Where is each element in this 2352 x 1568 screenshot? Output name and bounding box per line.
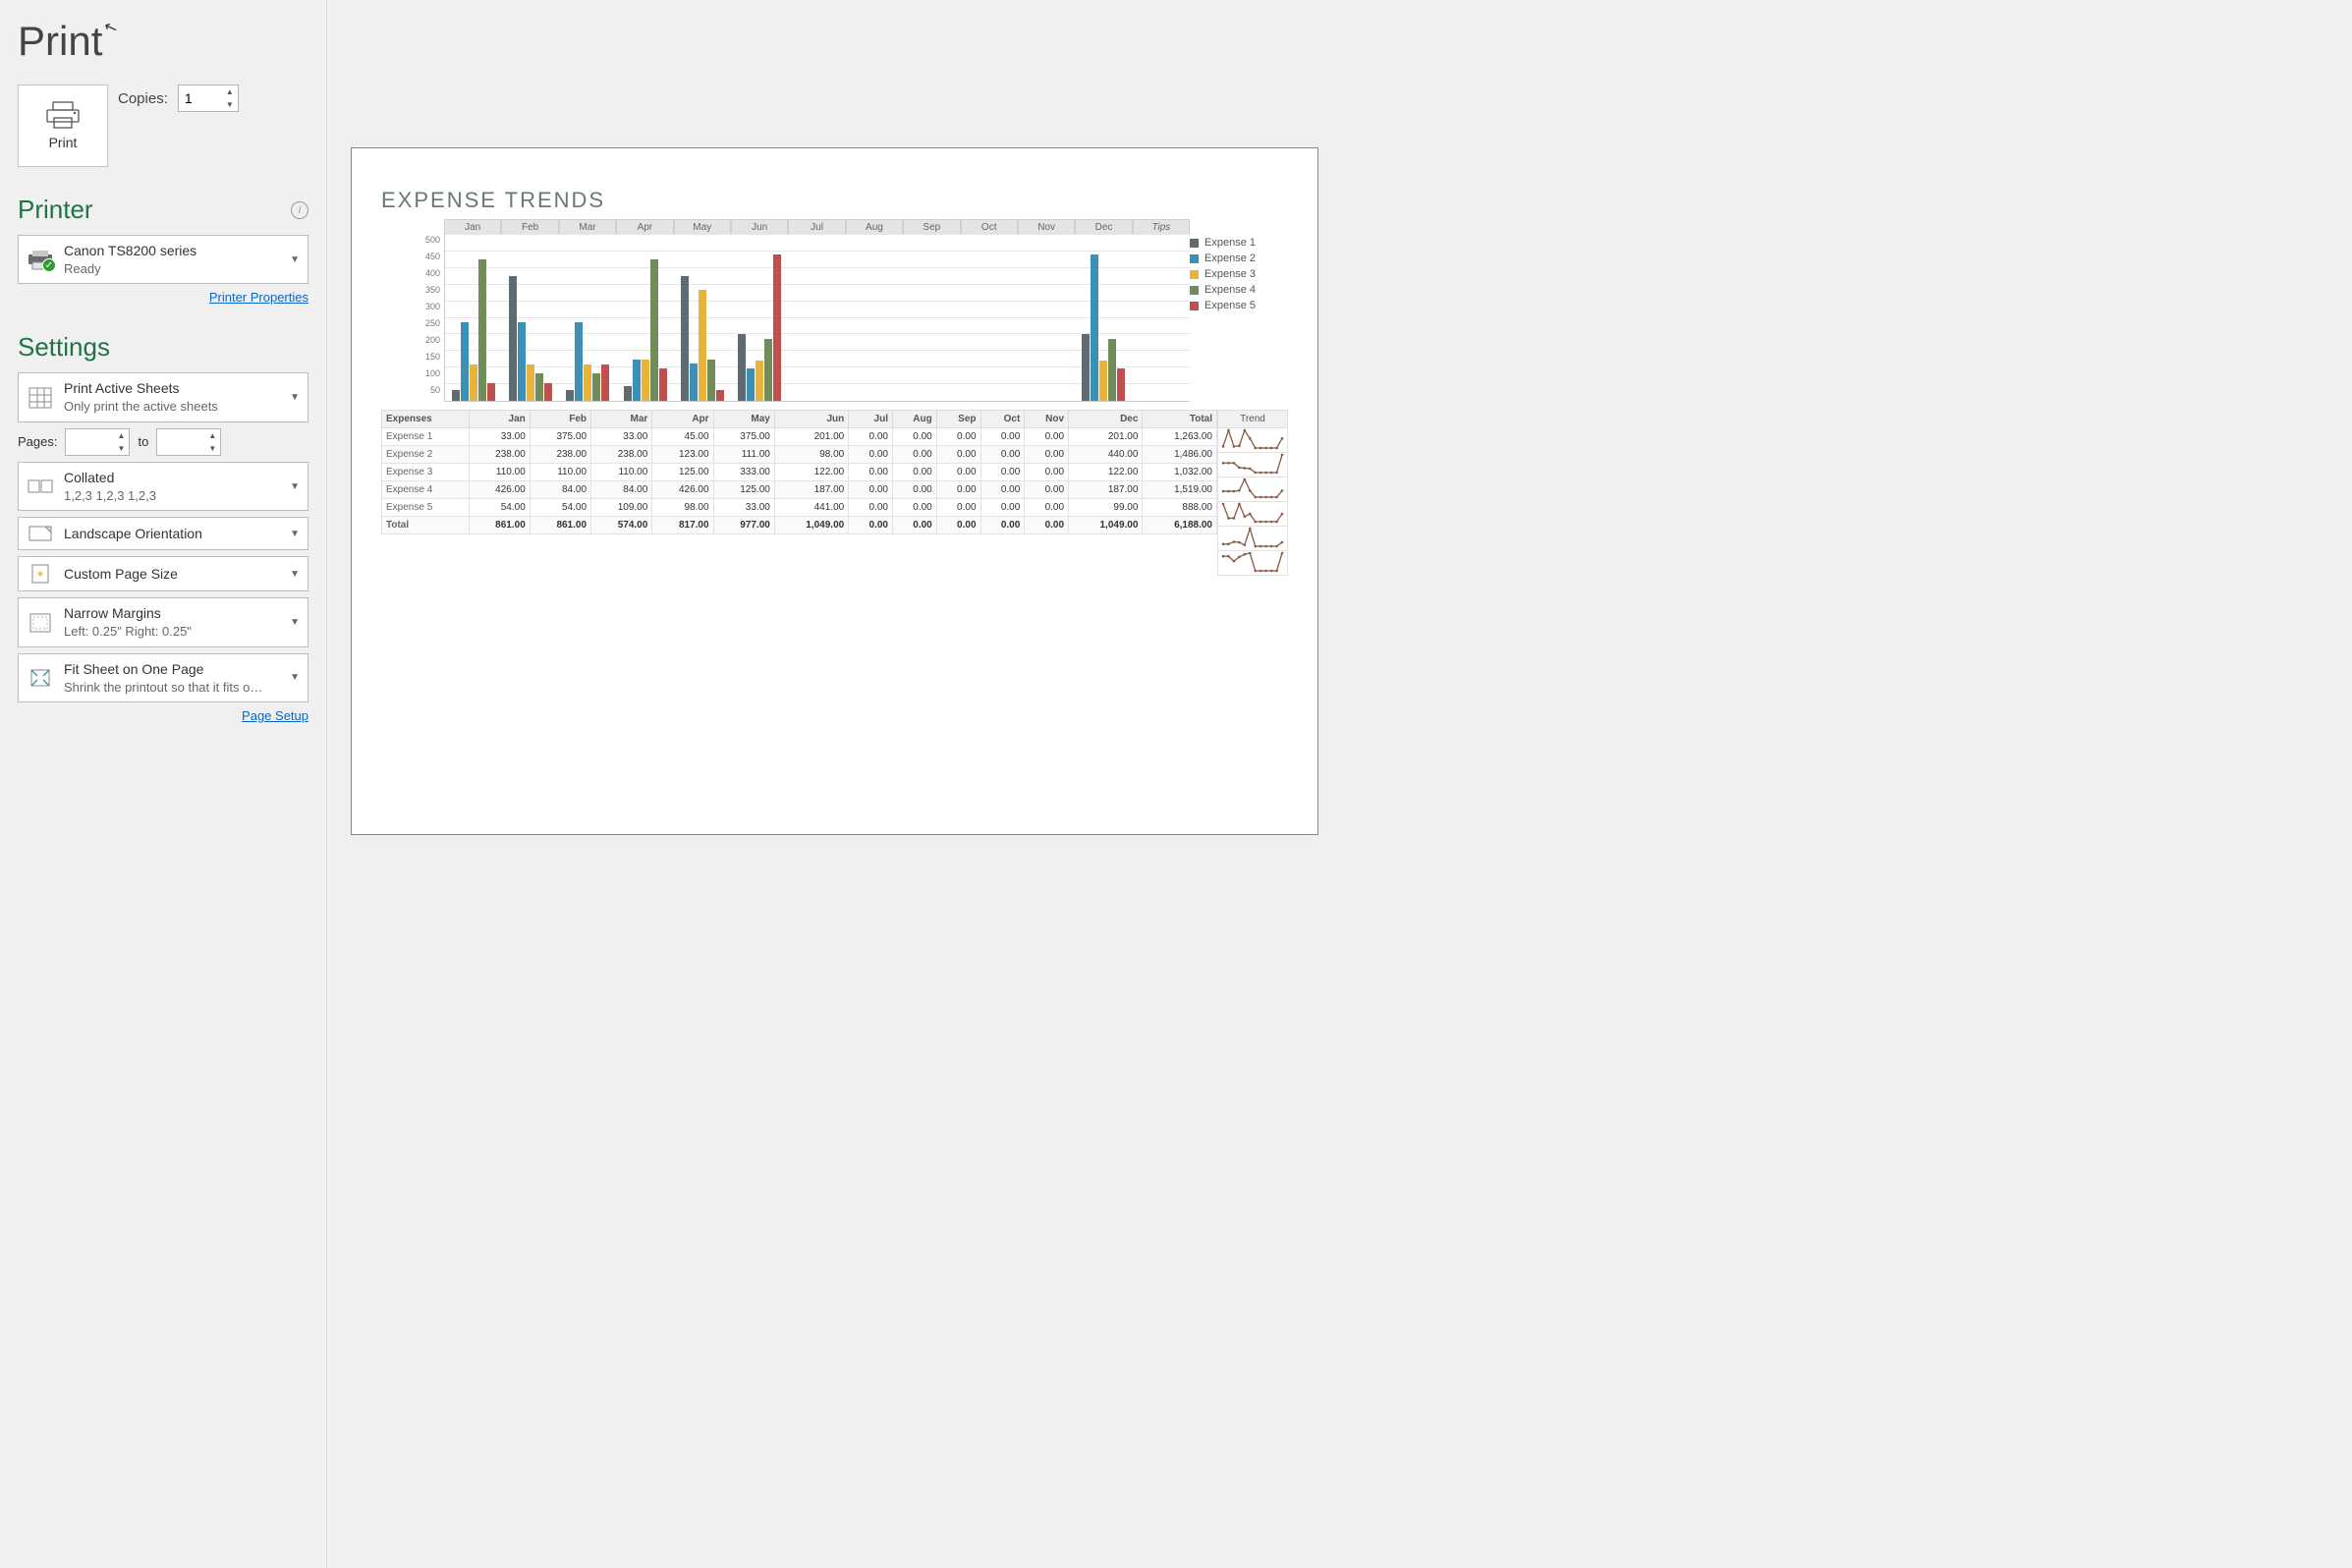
chevron-down-icon: ▼ bbox=[290, 481, 300, 492]
copies-up[interactable]: ▲ bbox=[222, 85, 238, 98]
copies-stepper[interactable]: ▲ ▼ bbox=[178, 84, 239, 112]
table-row: Expense 3110.00110.00110.00125.00333.001… bbox=[382, 464, 1217, 481]
chevron-down-icon: ▼ bbox=[290, 254, 300, 265]
margins-icon bbox=[27, 612, 54, 634]
chart-grid bbox=[444, 235, 1190, 402]
print-panel: ↖ Print Print Copies: ▲ ▼ Printer i bbox=[0, 0, 327, 1568]
settings-section-header: Settings bbox=[18, 332, 308, 363]
printer-selector[interactable]: ✓ Canon TS8200 series Ready ▼ bbox=[18, 235, 308, 284]
printer-status: Ready bbox=[64, 260, 280, 278]
chevron-down-icon: ▼ bbox=[290, 569, 300, 580]
pages-label: Pages: bbox=[18, 434, 57, 449]
scaling-selector[interactable]: Fit Sheet on One Page Shrink the printou… bbox=[18, 653, 308, 702]
pages-from-input[interactable] bbox=[66, 429, 113, 455]
print-button[interactable]: Print bbox=[18, 84, 108, 167]
chevron-down-icon: ▼ bbox=[290, 672, 300, 683]
landscape-icon bbox=[27, 524, 54, 543]
sparkline bbox=[1217, 527, 1288, 551]
printer-icon bbox=[45, 101, 81, 129]
copies-input[interactable] bbox=[179, 85, 222, 111]
collation-selector[interactable]: Collated 1,2,3 1,2,3 1,2,3 ▼ bbox=[18, 462, 308, 511]
chart-month-headers: JanFebMarAprMayJunJulAugSepOctNovDecTips bbox=[444, 219, 1190, 235]
pages-to-input[interactable] bbox=[157, 429, 204, 455]
page-setup-link[interactable]: Page Setup bbox=[242, 708, 308, 723]
table-header-row: ExpensesJanFebMarAprMayJunJulAugSepOctNo… bbox=[382, 411, 1217, 428]
pages-from-stepper[interactable]: ▲▼ bbox=[65, 428, 130, 456]
expense-table: ExpensesJanFebMarAprMayJunJulAugSepOctNo… bbox=[381, 410, 1288, 576]
pages-from-up[interactable]: ▲ bbox=[113, 429, 129, 442]
svg-text:✶: ✶ bbox=[35, 569, 44, 581]
table-row: Expense 2238.00238.00238.00123.00111.009… bbox=[382, 446, 1217, 464]
collation-title: Collated bbox=[64, 469, 280, 487]
pages-from-down[interactable]: ▼ bbox=[113, 442, 129, 455]
pages-to-up[interactable]: ▲ bbox=[204, 429, 220, 442]
print-preview-area: EXPENSE TRENDS JanFebMarAprMayJunJulAugS… bbox=[327, 0, 2352, 1568]
chevron-down-icon: ▼ bbox=[290, 529, 300, 539]
collation-sub: 1,2,3 1,2,3 1,2,3 bbox=[64, 487, 280, 505]
chart-legend: Expense 1Expense 2Expense 3Expense 4Expe… bbox=[1190, 219, 1288, 402]
margins-selector[interactable]: Narrow Margins Left: 0.25" Right: 0.25" … bbox=[18, 597, 308, 646]
chevron-down-icon: ▼ bbox=[290, 392, 300, 403]
table-row: Expense 554.0054.00109.0098.0033.00441.0… bbox=[382, 499, 1217, 517]
preview-title: EXPENSE TRENDS bbox=[381, 188, 1288, 213]
printer-section-header: Printer i bbox=[18, 195, 308, 225]
table-body: Expense 133.00375.0033.0045.00375.00201.… bbox=[382, 428, 1217, 534]
sparkline bbox=[1217, 551, 1288, 576]
view-title: Print bbox=[18, 18, 308, 65]
chart-yaxis: 50045040035030025020015010050 bbox=[381, 235, 444, 402]
print-what-title: Print Active Sheets bbox=[64, 379, 280, 398]
table-row: Expense 133.00375.0033.0045.00375.00201.… bbox=[382, 428, 1217, 446]
print-what-sub: Only print the active sheets bbox=[64, 398, 280, 416]
sparkline bbox=[1217, 477, 1288, 502]
scaling-sub: Shrink the printout so that it fits o… bbox=[64, 679, 280, 697]
print-button-label: Print bbox=[49, 135, 78, 150]
page-size-selector[interactable]: ✶ Custom Page Size ▼ bbox=[18, 556, 308, 591]
margins-sub: Left: 0.25" Right: 0.25" bbox=[64, 623, 280, 641]
pages-to-down[interactable]: ▼ bbox=[204, 442, 220, 455]
table-total-row: Total861.00861.00574.00817.00977.001,049… bbox=[382, 517, 1217, 534]
printer-properties-link[interactable]: Printer Properties bbox=[209, 290, 308, 305]
orientation-title: Landscape Orientation bbox=[64, 525, 280, 543]
pages-to-stepper[interactable]: ▲▼ bbox=[156, 428, 221, 456]
orientation-selector[interactable]: Landscape Orientation ▼ bbox=[18, 517, 308, 550]
expense-chart: JanFebMarAprMayJunJulAugSepOctNovDecTips… bbox=[381, 219, 1190, 402]
info-icon[interactable]: i bbox=[291, 201, 308, 219]
sparkline bbox=[1217, 502, 1288, 527]
copies-label: Copies: bbox=[118, 90, 168, 107]
sparkline bbox=[1217, 453, 1288, 477]
collated-icon bbox=[27, 477, 54, 495]
pages-to-label: to bbox=[138, 434, 148, 449]
scaling-title: Fit Sheet on One Page bbox=[64, 660, 280, 679]
sheets-icon bbox=[27, 387, 54, 409]
settings-header-text: Settings bbox=[18, 332, 110, 363]
page-size-title: Custom Page Size bbox=[64, 565, 280, 584]
printer-device-icon: ✓ bbox=[27, 249, 54, 270]
chevron-down-icon: ▼ bbox=[290, 617, 300, 628]
trend-column: Trend bbox=[1217, 410, 1288, 576]
copies-down[interactable]: ▼ bbox=[222, 98, 238, 111]
printer-header-text: Printer bbox=[18, 195, 93, 225]
fit-icon bbox=[27, 667, 54, 689]
pagesize-icon: ✶ bbox=[27, 563, 54, 585]
preview-page: EXPENSE TRENDS JanFebMarAprMayJunJulAugS… bbox=[351, 147, 1318, 835]
sparkline bbox=[1217, 428, 1288, 453]
printer-name: Canon TS8200 series bbox=[64, 242, 280, 260]
print-what-selector[interactable]: Print Active Sheets Only print the activ… bbox=[18, 372, 308, 421]
table-row: Expense 4426.0084.0084.00426.00125.00187… bbox=[382, 481, 1217, 499]
margins-title: Narrow Margins bbox=[64, 604, 280, 623]
